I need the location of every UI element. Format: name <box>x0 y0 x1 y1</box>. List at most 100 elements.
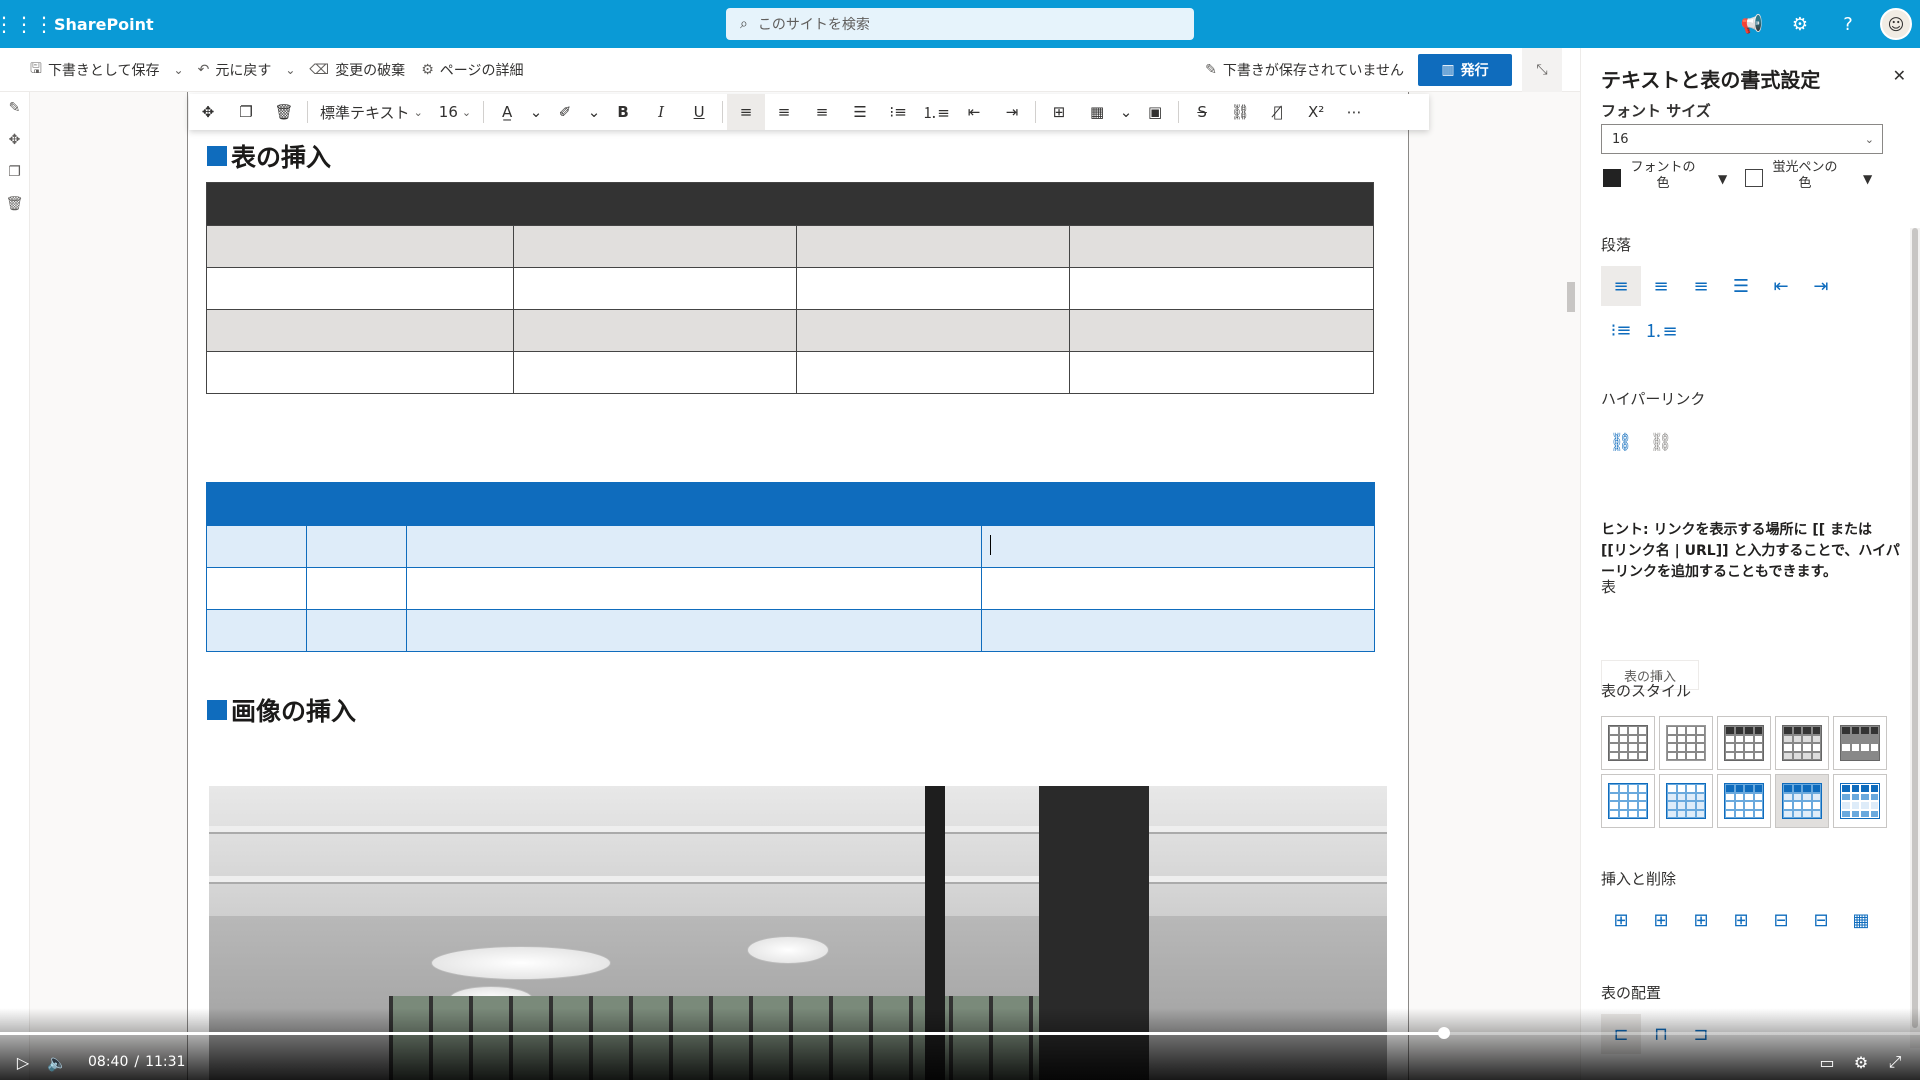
table-cell[interactable] <box>305 525 407 568</box>
align-left-icon[interactable]: ≡ <box>727 94 766 130</box>
table-cell[interactable] <box>1069 267 1374 310</box>
font-size-select[interactable]: 16 ⌄ <box>431 94 479 130</box>
trash-icon[interactable]: 🗑 <box>265 94 303 130</box>
image-icon[interactable]: ▣ <box>1136 94 1174 130</box>
table-cell[interactable] <box>206 182 1374 226</box>
chevron-down-icon[interactable]: ⌄ <box>1116 94 1136 130</box>
chevron-down-icon[interactable]: ⌄ <box>584 94 604 130</box>
link-icon[interactable]: ⛓ <box>1221 94 1259 130</box>
superscript-icon[interactable]: X² <box>1297 94 1335 130</box>
table-cell[interactable] <box>1069 225 1374 268</box>
trash-icon[interactable]: 🗑 <box>0 188 29 220</box>
table-cell[interactable] <box>796 309 1071 352</box>
app-launcher-icon[interactable]: ⋮⋮⋮ <box>0 0 54 48</box>
style-select[interactable]: 標準テキスト ⌄ <box>312 94 431 130</box>
megaphone-icon[interactable]: 📢 <box>1728 0 1776 48</box>
search-box[interactable]: ⌕ このサイトを検索 <box>726 8 1194 40</box>
canvas-scrollbar[interactable] <box>1565 92 1577 1008</box>
scroll-thumb[interactable] <box>1912 228 1918 1028</box>
justify-icon[interactable]: ☰ <box>1721 266 1761 306</box>
align-left-icon[interactable]: ≡ <box>1601 266 1641 306</box>
underline-icon[interactable]: U <box>680 94 718 130</box>
outdent-icon[interactable]: ⇤ <box>955 94 993 130</box>
table-cell[interactable] <box>1069 351 1374 394</box>
insert-column-right-icon[interactable]: ⊞ <box>1721 900 1761 940</box>
move-icon[interactable]: ✥ <box>189 94 227 130</box>
table-cell[interactable] <box>405 525 983 568</box>
unlink-icon[interactable]: ⛓̸ <box>1259 94 1297 130</box>
gear-icon[interactable]: ⚙ <box>1844 1053 1878 1072</box>
justify-icon[interactable]: ☰ <box>841 94 879 130</box>
table-style-option[interactable] <box>1601 774 1655 828</box>
table-style-option[interactable] <box>1659 716 1713 770</box>
chevron-down-icon[interactable]: ⌄ <box>279 63 301 77</box>
outdent-icon[interactable]: ⇤ <box>1761 266 1801 306</box>
font-size-dropdown[interactable]: 16 ⌄ <box>1601 124 1883 154</box>
align-right-icon[interactable]: ≡ <box>803 94 841 130</box>
volume-icon[interactable]: 🔈 <box>40 1053 74 1072</box>
insert-column-left-icon[interactable]: ⊞ <box>1681 900 1721 940</box>
table-blue-style[interactable] <box>206 482 1375 652</box>
table-cell[interactable] <box>206 482 1375 526</box>
table-cell[interactable] <box>981 609 1375 652</box>
indent-icon[interactable]: ⇥ <box>1801 266 1841 306</box>
numbered-list-icon[interactable]: ⒈≡ <box>917 94 955 130</box>
caret-down-icon[interactable]: ▼ <box>1863 172 1872 186</box>
table-properties-icon[interactable]: ⊞ <box>1040 94 1078 130</box>
captions-icon[interactable]: ▭ <box>1810 1053 1844 1072</box>
table-cell[interactable] <box>206 351 514 394</box>
font-color-swatch[interactable] <box>1603 169 1621 187</box>
table-cell[interactable] <box>206 309 514 352</box>
chevron-down-icon[interactable]: ⌄ <box>168 63 190 77</box>
table-cell-active[interactable] <box>981 525 1375 568</box>
table-cell[interactable] <box>206 609 307 652</box>
table-cell[interactable] <box>206 525 307 568</box>
undo-button[interactable]: ↶ 元に戻す <box>190 48 280 92</box>
table-style-option[interactable] <box>1659 774 1713 828</box>
bold-icon[interactable]: B <box>604 94 642 130</box>
bullet-list-icon[interactable]: ⁝≡ <box>879 94 917 130</box>
table-style-option[interactable] <box>1833 774 1887 828</box>
expand-icon[interactable]: ⤢ <box>1878 1052 1912 1072</box>
table-cell[interactable] <box>796 351 1071 394</box>
duplicate-icon[interactable]: ❐ <box>0 156 29 188</box>
indent-icon[interactable]: ⇥ <box>993 94 1031 130</box>
numbered-list-icon[interactable]: ⒈≡ <box>1641 310 1681 350</box>
scroll-thumb[interactable] <box>1567 282 1575 312</box>
pane-scrollbar[interactable] <box>1910 228 1920 1048</box>
gear-icon[interactable]: ⚙ <box>1776 0 1824 48</box>
edit-section-icon[interactable]: ✎ <box>0 92 29 124</box>
progress-knob[interactable] <box>1437 1027 1450 1039</box>
table-cell[interactable] <box>1069 309 1374 352</box>
more-icon[interactable]: ⋯ <box>1335 94 1373 130</box>
delete-row-icon[interactable]: ⊟ <box>1761 900 1801 940</box>
caret-down-icon[interactable]: ▼ <box>1718 172 1727 186</box>
delete-table-icon[interactable]: ▦ <box>1841 900 1881 940</box>
bullet-list-icon[interactable]: ⁝≡ <box>1601 310 1641 350</box>
highlight-color-swatch[interactable] <box>1745 169 1763 187</box>
discard-button[interactable]: ⌫ 変更の破棄 <box>301 48 413 92</box>
insert-row-above-icon[interactable]: ⊞ <box>1601 900 1641 940</box>
table-cell[interactable] <box>206 225 514 268</box>
chevron-down-icon[interactable]: ⌄ <box>526 94 546 130</box>
publish-button[interactable]: ▥ 発行 <box>1418 54 1512 86</box>
align-right-icon[interactable]: ≡ <box>1681 266 1721 306</box>
highlighter-icon[interactable]: ✐ <box>546 94 584 130</box>
table-cell[interactable] <box>512 351 798 394</box>
table-cell[interactable] <box>206 267 514 310</box>
table-cell[interactable] <box>981 567 1375 610</box>
table-cell[interactable] <box>405 609 983 652</box>
unlink-icon[interactable]: ⛓ <box>1641 422 1681 462</box>
table-cell[interactable] <box>405 567 983 610</box>
help-icon[interactable]: ? <box>1824 0 1872 48</box>
table-dark-style[interactable] <box>206 182 1374 394</box>
table-style-option[interactable] <box>1601 716 1655 770</box>
move-icon[interactable]: ✥ <box>0 124 29 156</box>
table-style-option[interactable] <box>1717 774 1771 828</box>
align-center-icon[interactable]: ≡ <box>765 94 803 130</box>
table-cell[interactable] <box>512 225 798 268</box>
table-style-option-selected[interactable] <box>1775 774 1829 828</box>
insert-table-icon[interactable]: ▦ <box>1078 94 1116 130</box>
italic-icon[interactable]: I <box>642 94 680 130</box>
close-icon[interactable]: ✕ <box>1893 66 1906 85</box>
